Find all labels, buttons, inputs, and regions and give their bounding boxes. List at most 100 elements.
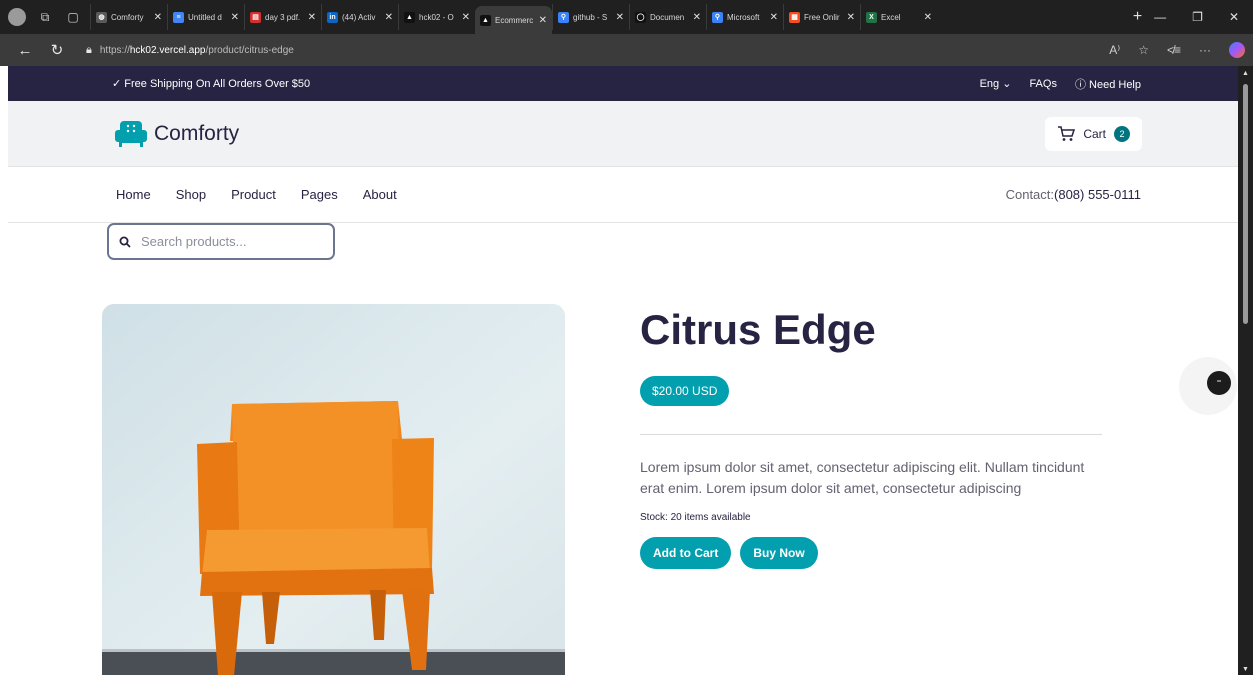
nav-link-about[interactable]: About: [363, 187, 397, 202]
lock-icon[interactable]: 🔒︎: [86, 44, 92, 57]
workspaces-icon[interactable]: ⧉: [34, 6, 56, 28]
browser-tab[interactable]: ◯ Documen ✕: [629, 4, 706, 30]
docs-icon: ≡: [173, 11, 184, 23]
product-description: Lorem ipsum dolor sit amet, consectetur …: [640, 459, 1085, 496]
browser-tab[interactable]: ⚲ github - S ✕: [552, 4, 629, 30]
browser-tab[interactable]: ⚲ Microsoft ✕: [706, 4, 783, 30]
back-icon[interactable]: ←: [12, 42, 38, 59]
stock-status: Stock: 20 items available: [640, 512, 751, 523]
close-tab-icon[interactable]: ✕: [231, 12, 239, 23]
need-help-link[interactable]: ⓘ Need Help: [1075, 76, 1141, 92]
scroll-up-icon[interactable]: ▲: [1242, 70, 1249, 77]
close-tab-icon[interactable]: ✕: [154, 12, 162, 23]
favorites-icon[interactable]: ≮≡: [1167, 43, 1181, 57]
brand-name: Comforty: [154, 121, 240, 145]
main-nav: Home Shop Product Pages About Contact:(808) …: [8, 167, 1238, 223]
nav-link-home[interactable]: Home: [116, 187, 151, 202]
add-to-cart-button[interactable]: Add to Cart: [640, 537, 732, 569]
browser-tab-title: github - S: [573, 12, 608, 22]
brand-logo[interactable]: Comforty: [114, 120, 239, 148]
nav-link-pages[interactable]: Pages: [301, 187, 338, 202]
browser-tab-title: Excel: [881, 12, 901, 22]
close-tab-icon[interactable]: ✕: [924, 12, 932, 23]
new-tab-button[interactable]: +: [1133, 8, 1142, 26]
search-icon: [119, 236, 131, 248]
browser-tab-bar: ⧉ ▢ ◍ Comforty ✕ ≡ Untitled d ✕ ▤ day 3 pdf. ✕ in…: [0, 0, 1253, 34]
cart-label: Cart: [1083, 126, 1106, 141]
read-aloud-icon[interactable]: A⁾: [1109, 43, 1120, 57]
browser-tab[interactable]: ▤ day 3 pdf. ✕: [244, 4, 321, 30]
excel-icon: X: [866, 11, 877, 23]
search-icon: ⚲: [558, 11, 569, 23]
vercel-icon: ▲: [404, 11, 415, 23]
browser-tab-title: hck02 - O: [419, 12, 454, 22]
search-box: [107, 223, 335, 260]
close-tab-icon[interactable]: ✕: [539, 15, 547, 26]
cart-count-badge: 2: [1114, 125, 1130, 142]
close-tab-icon[interactable]: ✕: [847, 12, 855, 23]
scroll-down-icon[interactable]: ▼: [1242, 666, 1249, 673]
more-menu-icon[interactable]: ···: [1199, 43, 1211, 57]
search-icon: ⚲: [712, 11, 723, 23]
close-tab-icon[interactable]: ✕: [308, 12, 316, 23]
microsoft-icon: ▦: [789, 11, 800, 23]
language-label: Eng: [979, 78, 1000, 90]
web-page: ✓ Free Shipping On All Orders Over $50 E…: [8, 66, 1238, 675]
browser-tab[interactable]: ▲ hck02 - O ✕: [398, 4, 475, 30]
browser-tab[interactable]: ▦ Free Onlir ✕: [783, 4, 860, 30]
github-icon: ◯: [635, 11, 646, 23]
vercel-icon: ▲: [480, 14, 491, 26]
nav-link-product[interactable]: Product: [231, 187, 276, 202]
orange-chair-image: [102, 304, 565, 675]
promo-bar: ✓ Free Shipping On All Orders Over $50 E…: [8, 66, 1238, 101]
profile-avatar[interactable]: [6, 6, 28, 28]
floating-menu-icon[interactable]: ⁼: [1207, 371, 1231, 395]
restore-icon[interactable]: ❐: [1192, 10, 1203, 24]
tab-actions-icon[interactable]: ▢: [62, 6, 84, 28]
close-tab-icon[interactable]: ✕: [385, 12, 393, 23]
product-image: [102, 304, 565, 675]
buy-now-button[interactable]: Buy Now: [740, 537, 818, 569]
favorite-star-icon[interactable]: ☆: [1138, 43, 1149, 57]
language-select[interactable]: Eng ⌄: [980, 77, 1012, 90]
chevron-down-icon: ⌄: [1002, 78, 1012, 90]
close-tab-icon[interactable]: ✕: [770, 12, 778, 23]
window-controls: — ❐ ✕: [1154, 10, 1253, 24]
sofa-logo-icon: [115, 120, 147, 147]
page-scrollbar[interactable]: ▲ ▼: [1238, 66, 1253, 675]
browser-tab[interactable]: in (44) Activ ✕: [321, 4, 398, 30]
nav-link-shop[interactable]: Shop: [176, 187, 206, 202]
close-tab-icon[interactable]: ✕: [693, 12, 701, 23]
copilot-icon[interactable]: [1229, 42, 1245, 58]
scrollbar-thumb[interactable]: [1243, 84, 1248, 324]
close-window-icon[interactable]: ✕: [1229, 10, 1239, 24]
address-bar-actions: A⁾ ☆ ≮≡ ···: [1109, 34, 1245, 66]
price-badge: $20.00 USD: [640, 376, 730, 406]
cart-button[interactable]: Cart 2: [1045, 116, 1142, 151]
minimize-icon[interactable]: —: [1154, 10, 1166, 24]
browser-tab[interactable]: X Excel ✕: [860, 4, 937, 30]
close-tab-icon[interactable]: ✕: [616, 12, 624, 23]
nav-links: Home Shop Product Pages About: [116, 187, 397, 202]
contact-phone[interactable]: (808) 555-0111: [1054, 187, 1141, 202]
url-field[interactable]: https://hck02.vercel.app/product/citrus-…: [100, 45, 294, 56]
browser-tab[interactable]: ▲ Ecommerc ✕: [475, 6, 552, 34]
browser-tab-title: Ecommerc: [495, 15, 534, 25]
browser-tab-title: Comforty: [111, 12, 144, 22]
need-help-label: Need Help: [1089, 78, 1141, 91]
browser-tab[interactable]: ◍ Comforty ✕: [90, 4, 167, 30]
contact-info: Contact:(808) 555-0111: [1006, 187, 1141, 202]
faqs-link[interactable]: FAQs: [1029, 78, 1057, 90]
browser-tab-title: (44) Activ: [342, 12, 376, 22]
divider: [640, 434, 1102, 435]
product-title: Citrus Edge: [640, 306, 876, 353]
browser-tab-title: Microsoft: [727, 12, 760, 22]
browser-tab-title: Untitled d: [188, 12, 222, 22]
refresh-icon[interactable]: ↻: [44, 41, 70, 59]
close-tab-icon[interactable]: ✕: [462, 12, 470, 23]
search-input[interactable]: [141, 234, 321, 249]
floating-widget: ⁼: [1179, 357, 1237, 415]
brand-bar: Comforty Cart 2: [8, 101, 1238, 167]
globe-icon: ◍: [96, 11, 107, 23]
browser-tab[interactable]: ≡ Untitled d ✕: [167, 4, 244, 30]
